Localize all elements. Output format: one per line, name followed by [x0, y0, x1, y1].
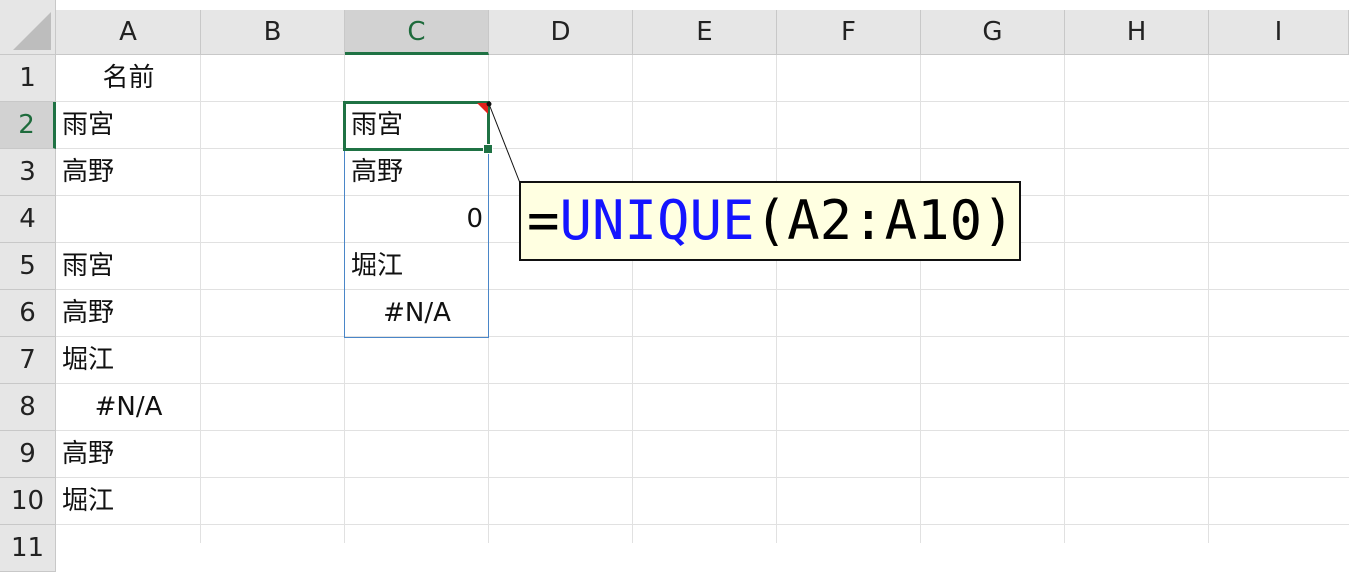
formula-function: UNIQUE [559, 189, 755, 252]
formula-prefix: = [527, 189, 560, 252]
callout-leader-line [486, 101, 521, 184]
formula-callout: =UNIQUE(A2:A10) [519, 181, 1021, 261]
formula-args: (A2:A10) [754, 189, 1015, 252]
spreadsheet: A B C D E F G H I 1 2 3 4 5 6 7 8 9 10 1… [0, 0, 1349, 572]
